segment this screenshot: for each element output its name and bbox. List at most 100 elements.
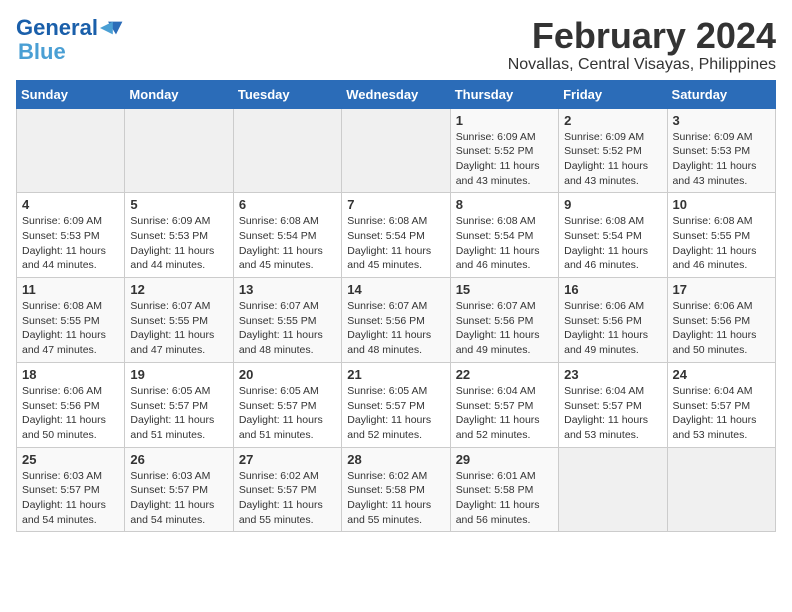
day-info: Sunrise: 6:06 AM Sunset: 5:56 PM Dayligh…: [22, 384, 119, 443]
calendar-week-row: 18 Sunrise: 6:06 AM Sunset: 5:56 PM Dayli…: [17, 362, 776, 447]
day-number: 15: [456, 282, 553, 297]
calendar-cell: 3 Sunrise: 6:09 AM Sunset: 5:53 PM Daylig…: [667, 108, 775, 193]
day-info: Sunrise: 6:07 AM Sunset: 5:55 PM Dayligh…: [130, 299, 227, 358]
day-info: Sunrise: 6:05 AM Sunset: 5:57 PM Dayligh…: [239, 384, 336, 443]
day-number: 25: [22, 452, 119, 467]
day-info: Sunrise: 6:07 AM Sunset: 5:56 PM Dayligh…: [456, 299, 553, 358]
calendar-cell: [667, 447, 775, 532]
day-number: 4: [22, 197, 119, 212]
day-number: 7: [347, 197, 444, 212]
day-number: 8: [456, 197, 553, 212]
day-number: 23: [564, 367, 661, 382]
calendar-week-row: 1 Sunrise: 6:09 AM Sunset: 5:52 PM Daylig…: [17, 108, 776, 193]
day-info: Sunrise: 6:04 AM Sunset: 5:57 PM Dayligh…: [673, 384, 770, 443]
calendar-cell: 17 Sunrise: 6:06 AM Sunset: 5:56 PM Dayli…: [667, 278, 775, 363]
calendar-cell: 21 Sunrise: 6:05 AM Sunset: 5:57 PM Dayli…: [342, 362, 450, 447]
calendar-cell: 19 Sunrise: 6:05 AM Sunset: 5:57 PM Dayli…: [125, 362, 233, 447]
calendar-cell: 18 Sunrise: 6:06 AM Sunset: 5:56 PM Dayli…: [17, 362, 125, 447]
calendar-cell: 1 Sunrise: 6:09 AM Sunset: 5:52 PM Daylig…: [450, 108, 558, 193]
day-number: 27: [239, 452, 336, 467]
weekday-header-wednesday: Wednesday: [342, 80, 450, 108]
day-number: 5: [130, 197, 227, 212]
title-area: February 2024 Novallas, Central Visayas,…: [508, 16, 776, 74]
day-info: Sunrise: 6:05 AM Sunset: 5:57 PM Dayligh…: [347, 384, 444, 443]
day-info: Sunrise: 6:09 AM Sunset: 5:53 PM Dayligh…: [673, 130, 770, 189]
day-number: 14: [347, 282, 444, 297]
day-number: 1: [456, 113, 553, 128]
day-info: Sunrise: 6:08 AM Sunset: 5:54 PM Dayligh…: [239, 214, 336, 273]
calendar-cell: 10 Sunrise: 6:08 AM Sunset: 5:55 PM Dayli…: [667, 193, 775, 278]
day-info: Sunrise: 6:07 AM Sunset: 5:55 PM Dayligh…: [239, 299, 336, 358]
weekday-header-sunday: Sunday: [17, 80, 125, 108]
day-number: 12: [130, 282, 227, 297]
calendar-cell: 4Sunrise: 6:09 AM Sunset: 5:53 PM Daylig…: [17, 193, 125, 278]
calendar-cell: 26Sunrise: 6:03 AM Sunset: 5:57 PM Dayli…: [125, 447, 233, 532]
month-year: February 2024: [508, 16, 776, 56]
day-info: Sunrise: 6:04 AM Sunset: 5:57 PM Dayligh…: [564, 384, 661, 443]
day-info: Sunrise: 6:09 AM Sunset: 5:52 PM Dayligh…: [456, 130, 553, 189]
day-number: 13: [239, 282, 336, 297]
calendar-cell: 2 Sunrise: 6:09 AM Sunset: 5:52 PM Daylig…: [559, 108, 667, 193]
calendar-cell: [125, 108, 233, 193]
weekday-header-saturday: Saturday: [667, 80, 775, 108]
day-info: Sunrise: 6:07 AM Sunset: 5:56 PM Dayligh…: [347, 299, 444, 358]
calendar-week-row: 25Sunrise: 6:03 AM Sunset: 5:57 PM Dayli…: [17, 447, 776, 532]
calendar-cell: 22 Sunrise: 6:04 AM Sunset: 5:57 PM Dayli…: [450, 362, 558, 447]
day-number: 20: [239, 367, 336, 382]
location: Novallas, Central Visayas, Philippines: [508, 56, 776, 74]
day-info: Sunrise: 6:02 AM Sunset: 5:58 PM Dayligh…: [347, 469, 444, 528]
day-number: 9: [564, 197, 661, 212]
day-number: 16: [564, 282, 661, 297]
day-number: 21: [347, 367, 444, 382]
calendar-cell: 14 Sunrise: 6:07 AM Sunset: 5:56 PM Dayli…: [342, 278, 450, 363]
calendar-cell: 8Sunrise: 6:08 AM Sunset: 5:54 PM Daylig…: [450, 193, 558, 278]
day-info: Sunrise: 6:08 AM Sunset: 5:55 PM Dayligh…: [673, 214, 770, 273]
calendar-cell: 15 Sunrise: 6:07 AM Sunset: 5:56 PM Dayli…: [450, 278, 558, 363]
day-number: 10: [673, 197, 770, 212]
calendar-cell: 24 Sunrise: 6:04 AM Sunset: 5:57 PM Dayli…: [667, 362, 775, 447]
day-number: 24: [673, 367, 770, 382]
calendar-cell: 7 Sunrise: 6:08 AM Sunset: 5:54 PM Daylig…: [342, 193, 450, 278]
day-number: 2: [564, 113, 661, 128]
calendar-cell: [233, 108, 341, 193]
calendar-week-row: 11Sunrise: 6:08 AM Sunset: 5:55 PM Dayli…: [17, 278, 776, 363]
day-info: Sunrise: 6:06 AM Sunset: 5:56 PM Dayligh…: [673, 299, 770, 358]
day-number: 29: [456, 452, 553, 467]
calendar-cell: [17, 108, 125, 193]
weekday-header-row: SundayMondayTuesdayWednesdayThursdayFrid…: [17, 80, 776, 108]
logo: General Blue: [16, 16, 124, 64]
calendar-cell: [342, 108, 450, 193]
day-info: Sunrise: 6:09 AM Sunset: 5:53 PM Dayligh…: [130, 214, 227, 273]
day-info: Sunrise: 6:09 AM Sunset: 5:52 PM Dayligh…: [564, 130, 661, 189]
weekday-header-monday: Monday: [125, 80, 233, 108]
day-number: 28: [347, 452, 444, 467]
logo-blue-text: Blue: [18, 39, 66, 64]
day-number: 18: [22, 367, 119, 382]
day-info: Sunrise: 6:05 AM Sunset: 5:57 PM Dayligh…: [130, 384, 227, 443]
weekday-header-friday: Friday: [559, 80, 667, 108]
day-info: Sunrise: 6:04 AM Sunset: 5:57 PM Dayligh…: [456, 384, 553, 443]
weekday-header-thursday: Thursday: [450, 80, 558, 108]
calendar-cell: 29 Sunrise: 6:01 AM Sunset: 5:58 PM Dayli…: [450, 447, 558, 532]
day-info: Sunrise: 6:01 AM Sunset: 5:58 PM Dayligh…: [456, 469, 553, 528]
calendar-cell: 16 Sunrise: 6:06 AM Sunset: 5:56 PM Dayli…: [559, 278, 667, 363]
calendar-cell: 5 Sunrise: 6:09 AM Sunset: 5:53 PM Daylig…: [125, 193, 233, 278]
logo-icon: [100, 20, 124, 36]
calendar-cell: 20 Sunrise: 6:05 AM Sunset: 5:57 PM Dayli…: [233, 362, 341, 447]
day-info: Sunrise: 6:06 AM Sunset: 5:56 PM Dayligh…: [564, 299, 661, 358]
day-info: Sunrise: 6:08 AM Sunset: 5:54 PM Dayligh…: [347, 214, 444, 273]
day-number: 6: [239, 197, 336, 212]
day-number: 17: [673, 282, 770, 297]
calendar-cell: 6 Sunrise: 6:08 AM Sunset: 5:54 PM Daylig…: [233, 193, 341, 278]
day-number: 22: [456, 367, 553, 382]
calendar-table: SundayMondayTuesdayWednesdayThursdayFrid…: [16, 80, 776, 533]
day-number: 3: [673, 113, 770, 128]
calendar-cell: 28 Sunrise: 6:02 AM Sunset: 5:58 PM Dayli…: [342, 447, 450, 532]
calendar-cell: 12 Sunrise: 6:07 AM Sunset: 5:55 PM Dayli…: [125, 278, 233, 363]
day-info: Sunrise: 6:08 AM Sunset: 5:55 PM Dayligh…: [22, 299, 119, 358]
calendar-cell: [559, 447, 667, 532]
calendar-cell: 25Sunrise: 6:03 AM Sunset: 5:57 PM Dayli…: [17, 447, 125, 532]
header: General Blue February 2024 Novallas, Cen…: [16, 16, 776, 74]
day-number: 26: [130, 452, 227, 467]
day-number: 19: [130, 367, 227, 382]
